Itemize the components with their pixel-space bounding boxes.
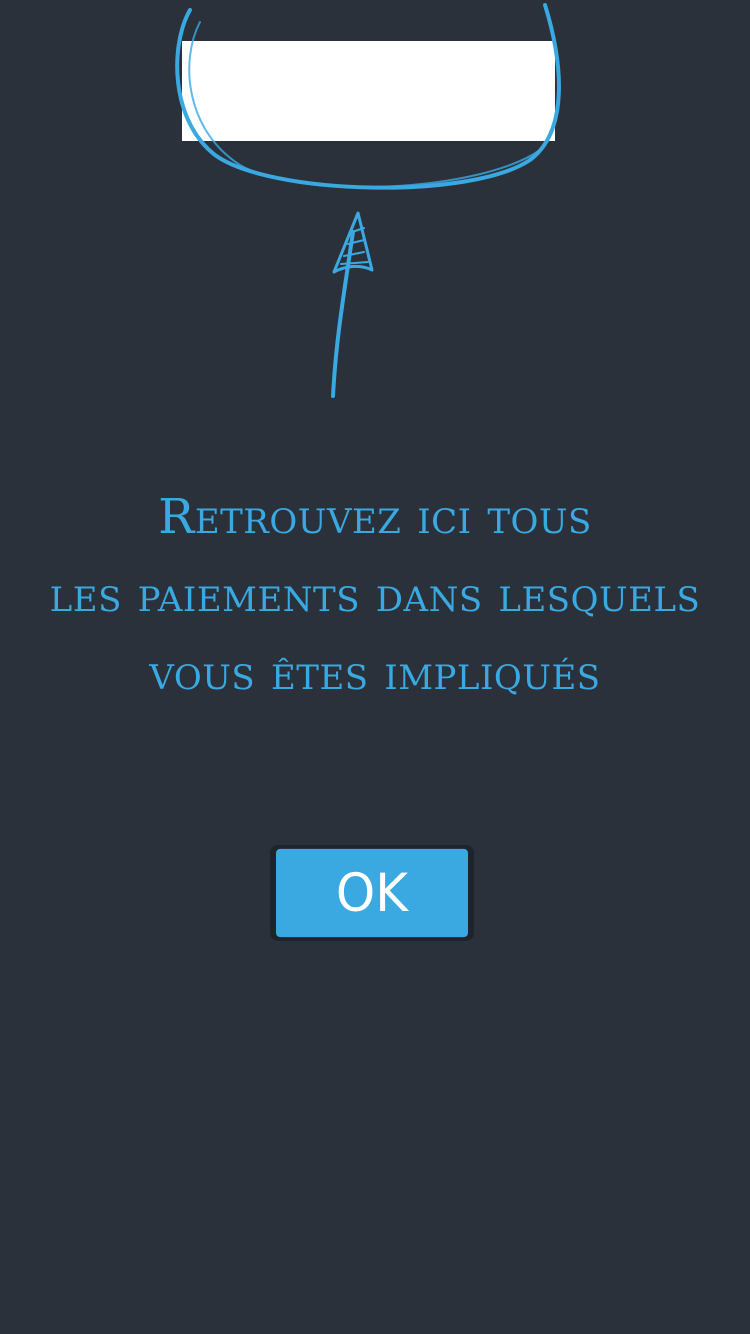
message-line-3: vous êtes impliqués [149,645,601,701]
ok-button-frame: OK [270,845,474,941]
hand-drawn-circle-and-arrow [175,3,561,398]
arrow-shaft [331,230,355,398]
ok-button[interactable]: OK [276,848,468,938]
message-line-2: les paiements dans lesquels [49,567,701,623]
onboarding-overlay: Retrouvez ici tous les paiements dans le… [0,0,750,1334]
message-line-1: Retrouvez ici tous [158,489,592,545]
coach-mark-message: Retrouvez ici tous les paiements dans le… [40,478,710,712]
